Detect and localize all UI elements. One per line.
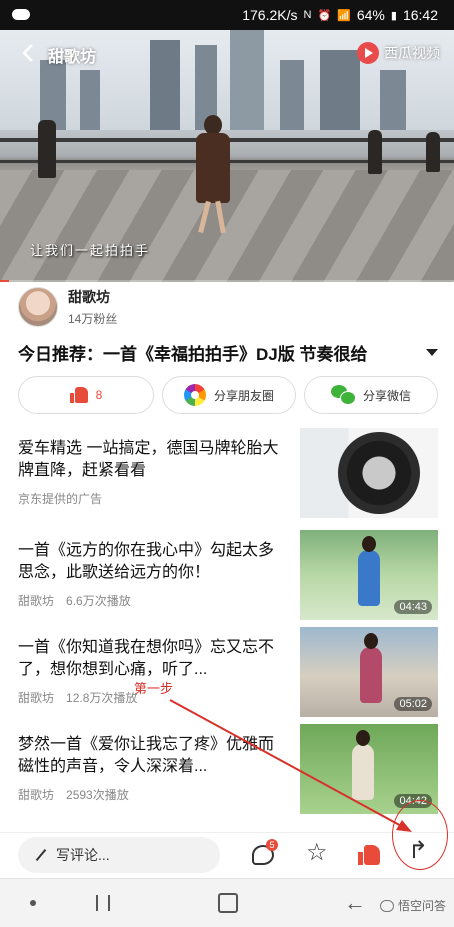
chevron-down-icon[interactable] [426, 349, 438, 356]
building [280, 60, 304, 130]
recommended-feed: 爱车精选 一站搞定，德国马牌轮胎大牌直降，赶紧看看 京东提供的广告 一首《远方的… [18, 428, 438, 821]
share-wechat-label: 分享微信 [362, 388, 411, 403]
pedestrian [38, 120, 56, 178]
pedestrian [368, 130, 382, 174]
person-figure [358, 536, 380, 606]
nfc-icon: N [303, 9, 312, 21]
annotation-step-label: 第一步 [134, 681, 174, 696]
wechat-icon [330, 385, 356, 405]
walking-woman [192, 115, 234, 235]
list-item[interactable]: 梦然一首《爱你让我忘了疼》优雅而磁性的声音，令人深深着... 甜歌坊 2593次… [18, 724, 438, 820]
item-duration: 05:02 [394, 697, 432, 711]
item-thumbnail[interactable]: 04:43 [300, 530, 438, 620]
moments-icon [183, 384, 206, 406]
item-title: 爱车精选 一站搞定，德国马牌轮胎大牌直降，赶紧看看 [18, 440, 279, 479]
list-item[interactable]: 一首《远方的你在我心中》勾起太多思念，此歌送给远方的你！ 甜歌坊 6.6万次播放… [18, 530, 438, 626]
person-figure [360, 633, 382, 703]
item-title: 梦然一首《爱你让我忘了疼》优雅而磁性的声音，令人深深着... [18, 736, 275, 775]
avatar[interactable] [18, 287, 58, 327]
video-title-row[interactable]: 今日推荐：一首《幸福拍拍手》DJ版 节奏很给 [18, 340, 438, 365]
like-count: 8 [95, 388, 103, 402]
watermark: 悟空问答 [379, 897, 446, 914]
building [80, 70, 100, 130]
item-source: 甜歌坊 [18, 788, 55, 802]
tire-image [338, 432, 420, 514]
building [150, 40, 180, 130]
action-buttons: 8 分享朋友圈 分享微信 [18, 376, 438, 414]
back-icon[interactable] [18, 42, 40, 64]
list-item[interactable]: 一首《你知道我在想你吗》忘又忘不了，想你想到心痛，听了... 甜歌坊 12.8万… [18, 627, 438, 723]
system-nav-bar: ← 悟空问答 [0, 878, 454, 927]
building [380, 70, 406, 130]
building [230, 30, 264, 130]
back-arrow-icon[interactable]: ← [344, 892, 366, 914]
author-name[interactable]: 甜歌坊 [68, 287, 117, 307]
list-item[interactable]: 爱车精选 一站搞定，德国马牌轮胎大牌直降，赶紧看看 京东提供的广告 [18, 428, 438, 524]
item-title: 一首《远方的你在我心中》勾起太多思念，此歌送给远方的你！ [18, 542, 275, 581]
item-duration: 04:43 [394, 600, 432, 614]
comment-count-badge: 5 [266, 839, 278, 851]
item-plays: 2593次播放 [66, 788, 129, 802]
network-speed: 176.2K/s [242, 7, 298, 23]
status-bar: 176.2K/s N ⏰ 📶 64% ▮ 16:42 [0, 0, 454, 30]
author-info[interactable]: 甜歌坊 14万粉丝 [18, 287, 117, 327]
author-fans: 14万粉丝 [68, 312, 118, 326]
building [320, 50, 360, 130]
cloud-icon [12, 9, 30, 20]
watermark-text: 悟空问答 [397, 899, 446, 913]
like-button[interactable]: 8 [18, 376, 154, 414]
share-moments-button[interactable]: 分享朋友圈 [162, 376, 296, 414]
battery-icon: ▮ [390, 9, 397, 22]
video-title: 今日推荐：一首《幸福拍拍手》DJ版 节奏很给 [18, 345, 368, 364]
battery-level: 64% [356, 7, 385, 23]
comment-input[interactable]: 写评论... [18, 837, 220, 873]
xigua-label: 西瓜视频 [384, 45, 440, 61]
xigua-logo-icon [357, 42, 379, 64]
video-progress-fill [0, 280, 10, 282]
item-source: 甜歌坊 [18, 594, 55, 608]
video-progress-bar[interactable] [0, 280, 454, 282]
item-plays: 6.6万次播放 [66, 594, 131, 608]
pen-icon [35, 848, 47, 862]
thumbs-up-icon[interactable] [358, 845, 382, 869]
nav-dot-icon[interactable] [30, 900, 36, 906]
clock: 16:42 [402, 7, 438, 23]
annotation-circle [392, 800, 448, 870]
item-source: 甜歌坊 [18, 691, 55, 705]
wifi-icon: 📶 [337, 9, 351, 22]
item-thumbnail[interactable] [300, 428, 438, 518]
comment-bar: 写评论... 5 ☆ ↱ [0, 832, 454, 878]
share-moments-label: 分享朋友圈 [213, 388, 274, 403]
video-subtitle: 让我们一起拍拍手 [30, 243, 151, 258]
comment-placeholder: 写评论... [56, 847, 110, 863]
video-player[interactable]: 甜歌坊 西瓜视频 让我们一起拍拍手 [0, 30, 454, 282]
star-icon[interactable]: ☆ [306, 841, 330, 865]
thumbs-up-icon [69, 387, 88, 403]
person-figure [352, 730, 374, 800]
item-plays: 12.8万次播放 [66, 691, 138, 705]
item-title: 一首《你知道我在想你吗》忘又忘不了，想你想到心痛，听了... [18, 639, 275, 678]
pedestrian [426, 132, 440, 172]
xigua-video-button[interactable]: 西瓜视频 [357, 42, 440, 64]
alarm-icon: ⏰ [317, 9, 332, 22]
share-wechat-button[interactable]: 分享微信 [304, 376, 438, 414]
wukong-logo-icon [379, 899, 394, 912]
item-thumbnail[interactable]: 05:02 [300, 627, 438, 717]
channel-name[interactable]: 甜歌坊 [48, 43, 96, 67]
recent-apps-icon[interactable] [96, 895, 110, 911]
item-source: 京东提供的广告 [18, 492, 103, 506]
home-icon[interactable] [218, 893, 238, 913]
